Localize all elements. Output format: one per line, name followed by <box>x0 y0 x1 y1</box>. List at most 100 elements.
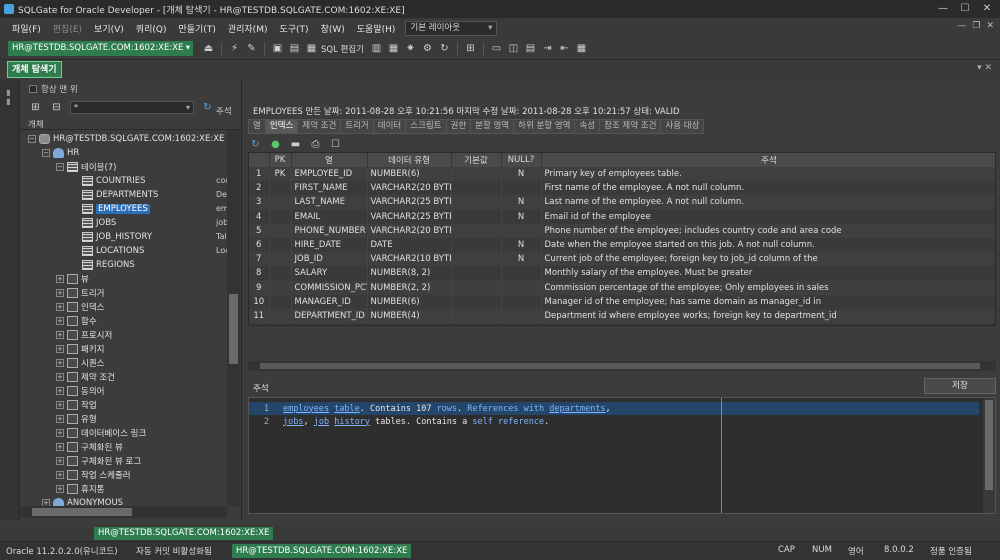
pencil-icon[interactable]: ✎ <box>244 41 259 56</box>
expand-icon[interactable]: + <box>56 485 64 493</box>
rownum-cell[interactable]: 2 <box>249 181 270 196</box>
pk-cell[interactable] <box>269 280 292 295</box>
comment-cell[interactable]: Manager id of the employee; has same dom… <box>541 294 995 309</box>
tree-node-regions[interactable]: REGIONS <box>82 258 135 272</box>
null-cell[interactable] <box>501 223 542 238</box>
default-cell[interactable] <box>451 209 502 224</box>
table-row[interactable]: 1 PK EMPLOYEE_ID NUMBER(6) N Primary key of e… <box>249 167 995 182</box>
expand-all-icon[interactable]: ⊞ <box>28 100 43 115</box>
pane-close-icon[interactable]: ▾ ✕ <box>977 63 992 73</box>
default-cell[interactable] <box>451 195 502 210</box>
tree-node-views[interactable]: + 뷰 <box>56 272 89 286</box>
sql-editor-button[interactable]: SQL 편집기 <box>321 43 364 55</box>
rownum-cell[interactable]: 8 <box>249 266 270 281</box>
table-icon[interactable]: ▦ <box>386 41 401 56</box>
editor-line[interactable]: 2 jobs, job history tables. Contains a s… <box>249 415 979 428</box>
expand-icon[interactable]: + <box>56 429 64 437</box>
data-type-cell[interactable]: NUMBER(2, 2) <box>367 280 452 295</box>
object-filter-input[interactable]: * <box>70 101 194 114</box>
tree-node-packages[interactable]: + 패키지 <box>56 342 104 356</box>
always-on-top-checkbox[interactable] <box>29 85 37 93</box>
default-cell[interactable] <box>451 223 502 238</box>
data-type-cell[interactable]: DATE <box>367 237 452 253</box>
save-button[interactable]: 저장 <box>924 378 996 394</box>
rownum-cell[interactable]: 10 <box>249 294 270 309</box>
column-name-cell[interactable]: HIRE_DATE <box>291 237 368 253</box>
menu-admin[interactable]: 관리자(M) <box>222 22 274 35</box>
connection-select[interactable]: HR@TESTDB.SQLGATE.COM:1602:XE:XE <box>8 41 193 56</box>
null-cell[interactable]: N <box>501 252 542 267</box>
column-name-cell[interactable]: COMMISSION_PCT <box>291 280 368 295</box>
col-header-default[interactable]: 기본값 <box>451 153 502 167</box>
tab-script[interactable]: 스크립트 <box>405 119 446 134</box>
tab-data[interactable]: 데이터 <box>372 119 406 134</box>
column-name-cell[interactable]: EMAIL <box>291 209 368 224</box>
collapse-icon[interactable]: − <box>42 149 50 157</box>
pk-cell[interactable] <box>269 308 292 324</box>
tree-node-countries[interactable]: COUNTRIES <box>82 174 146 188</box>
import-icon[interactable]: ⇤ <box>557 41 572 56</box>
tree-node-hr[interactable]: − HR <box>42 146 79 160</box>
rownum-cell[interactable]: 3 <box>249 195 270 210</box>
status-connection[interactable]: HR@TESTDB.SQLGATE.COM:1602:XE:XE <box>232 544 412 558</box>
pk-cell[interactable] <box>269 181 292 196</box>
comment-cell[interactable]: Date when the employee started on this j… <box>541 237 995 253</box>
tab-properties[interactable]: 속성 <box>574 119 600 134</box>
mdi-close-icon[interactable]: ✕ <box>986 21 994 31</box>
column-name-cell[interactable]: MANAGER_ID <box>291 294 368 309</box>
table-row[interactable]: 10 MANAGER_ID NUMBER(6) Manager id of the e… <box>249 294 995 309</box>
tab-privileges[interactable]: 권한 <box>445 119 471 134</box>
default-cell[interactable] <box>451 266 502 281</box>
default-cell[interactable] <box>451 252 502 267</box>
rownum-cell[interactable]: 11 <box>249 308 270 324</box>
tree-node-job-history[interactable]: JOB_HISTORY <box>82 230 152 244</box>
table-row[interactable]: 8 SALARY NUMBER(8, 2) Monthly salary of the… <box>249 266 995 281</box>
column-name-cell[interactable]: FIRST_NAME <box>291 181 368 196</box>
rownum-cell[interactable]: 6 <box>249 237 270 253</box>
tree-horizontal-scrollbar[interactable] <box>20 506 227 518</box>
scroll-thumb[interactable] <box>229 294 238 364</box>
mdi-restore-icon[interactable]: ❐ <box>972 21 980 31</box>
tree-node-types[interactable]: + 유형 <box>56 412 97 426</box>
layout-select[interactable]: 기본 레이아웃 <box>405 20 498 36</box>
tree-node-employees[interactable]: EMPLOYEES <box>82 202 150 216</box>
data-type-cell[interactable]: VARCHAR2(25 BYTE) <box>367 209 452 224</box>
col-header-null[interactable]: NULL? <box>501 153 542 167</box>
tree-node-db-links[interactable]: + 데이터베이스 링크 <box>56 426 146 440</box>
expand-icon[interactable]: + <box>56 275 64 283</box>
pk-cell[interactable] <box>269 252 292 267</box>
tree-node-departments[interactable]: DEPARTMENTS <box>82 188 158 202</box>
data-type-cell[interactable]: NUMBER(8, 2) <box>367 266 452 281</box>
tree-node-anonymous[interactable]: + ANONYMOUS <box>42 496 123 506</box>
close-icon[interactable]: ✕ <box>980 2 994 16</box>
tree-node-connection[interactable]: − HR@TESTDB.SQLGATE.COM:1602:XE:XE <box>28 132 224 146</box>
tile-icon[interactable]: ▤ <box>523 41 538 56</box>
status-language[interactable]: 영어 <box>848 545 864 557</box>
tree-node-jobs-folder[interactable]: + 작업 <box>56 398 97 412</box>
docked-panel-label[interactable]: ▮▮ <box>4 88 13 106</box>
comment-editor[interactable]: 1 employees table. Contains 107 rows. Re… <box>248 397 996 514</box>
export-icon[interactable]: ⇥ <box>540 41 555 56</box>
collapse-icon[interactable]: − <box>28 135 36 143</box>
refresh-icon[interactable]: ↻ <box>200 100 215 115</box>
tree-node-scheduler[interactable]: + 작업 스케줄러 <box>56 468 131 482</box>
mdi-minimize-icon[interactable]: — <box>957 21 966 31</box>
table-row[interactable]: 11 DEPARTMENT_ID NUMBER(4) Department id wh… <box>249 308 995 324</box>
comment-icon[interactable]: ☐ <box>328 137 343 152</box>
expand-icon[interactable]: + <box>56 289 64 297</box>
pk-cell[interactable] <box>269 195 292 210</box>
expand-icon[interactable]: + <box>56 359 64 367</box>
tree-node-mview-logs[interactable]: + 구체화된 뷰 로그 <box>56 454 141 468</box>
column-name-cell[interactable]: LAST_NAME <box>291 195 368 210</box>
null-cell[interactable] <box>501 294 542 309</box>
menu-view[interactable]: 보기(V) <box>88 22 130 35</box>
hierarchy-icon[interactable]: ⊞ <box>463 41 478 56</box>
scroll-thumb[interactable] <box>985 400 993 490</box>
comment-cell[interactable]: First name of the employee. A not null c… <box>541 181 995 196</box>
menu-help[interactable]: 도움말(H) <box>351 22 402 35</box>
menu-window[interactable]: 창(W) <box>315 22 351 35</box>
expand-icon[interactable]: + <box>56 415 64 423</box>
table-row[interactable]: 5 PHONE_NUMBER VARCHAR2(20 BYTE) Phone numb… <box>249 223 995 238</box>
table-row[interactable]: 7 JOB_ID VARCHAR2(10 BYTE) N Current job of … <box>249 252 995 267</box>
tab-references[interactable]: 참조 제약 조건 <box>599 119 661 134</box>
